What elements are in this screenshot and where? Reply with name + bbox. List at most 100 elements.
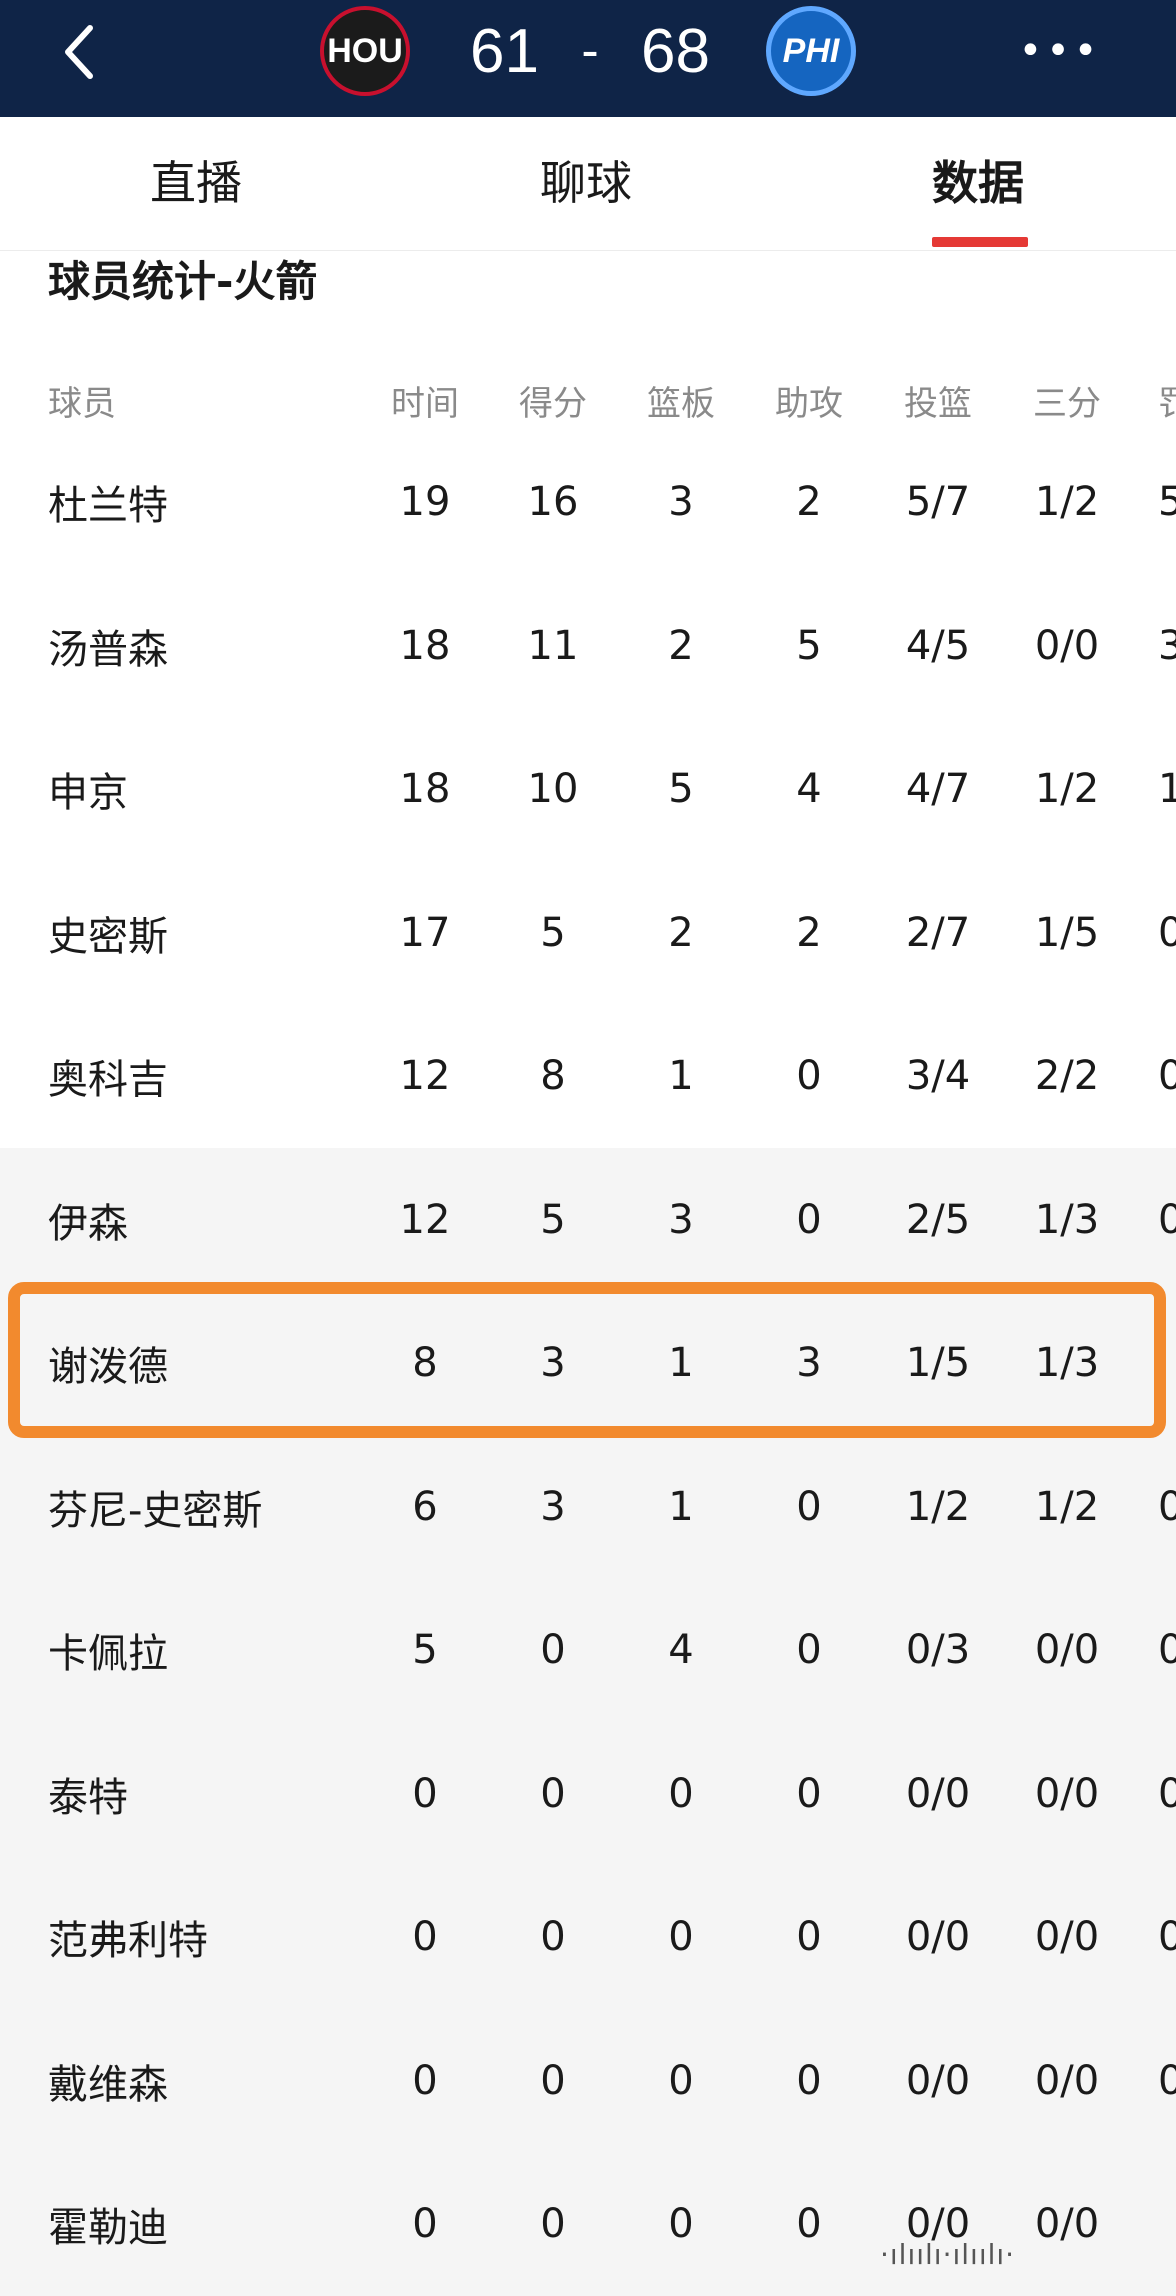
tab-data[interactable]: 数据: [932, 147, 1024, 213]
stat-cell: 4: [749, 717, 869, 861]
home-team-logo[interactable]: HOU: [320, 6, 410, 96]
chevron-left-icon: [60, 22, 96, 82]
player-name[interactable]: 奥科吉: [48, 1004, 168, 1148]
stat-cell: 5: [621, 717, 741, 861]
stat-cell: 0: [493, 2152, 613, 2296]
stat-cell: 0: [621, 1722, 741, 1866]
table-row[interactable]: 汤普森1811254/50/03: [0, 574, 1176, 718]
player-name[interactable]: 谢泼德: [48, 1291, 168, 1435]
stat-cell: 1/2: [1007, 1435, 1127, 1579]
stat-cell: 0/0: [1007, 1865, 1127, 2009]
stat-cell-partial: [1158, 2152, 1176, 2296]
stat-cell: 10: [493, 717, 613, 861]
table-row[interactable]: 范弗利特00000/00/00: [0, 1865, 1176, 2009]
stat-cell: 11: [493, 574, 613, 718]
stat-cell: 3/4: [878, 1004, 998, 1148]
table-row[interactable]: 芬尼-史密斯63101/21/20: [0, 1435, 1176, 1579]
stat-cell: 0/0: [1007, 574, 1127, 718]
tab-bar: 直播 聊球 数据: [0, 117, 1176, 251]
stat-cell: 0: [621, 2152, 741, 2296]
away-team-logo[interactable]: PHI: [766, 6, 856, 96]
stat-cell: 0/0: [878, 2152, 998, 2296]
stat-cell: 0: [749, 1722, 869, 1866]
stat-cell: 0: [749, 1865, 869, 2009]
stat-cell: 1/3: [1007, 1291, 1127, 1435]
game-header: HOU 61 - 68 PHI •••: [0, 0, 1176, 117]
score-separator: -: [581, 21, 598, 81]
more-dots-icon: •••: [1019, 28, 1102, 74]
stat-cell: 12: [365, 1148, 485, 1292]
table-row[interactable]: 申京1810544/71/21: [0, 717, 1176, 861]
more-options-button[interactable]: •••: [1018, 20, 1102, 82]
player-name[interactable]: 卡佩拉: [48, 1578, 168, 1722]
stat-cell-partial: 0: [1158, 861, 1176, 1005]
table-row[interactable]: 杜兰特1916325/71/25: [0, 430, 1176, 574]
table-row[interactable]: 戴维森00000/00/00: [0, 2009, 1176, 2153]
stat-cell: 1/3: [1007, 1148, 1127, 1292]
stat-cell-partial: 0: [1158, 1578, 1176, 1722]
player-name[interactable]: 汤普森: [48, 574, 168, 718]
back-button[interactable]: [48, 12, 108, 92]
stat-cell: 16: [493, 430, 613, 574]
table-row[interactable]: 史密斯175222/71/50: [0, 861, 1176, 1005]
stat-cell: 5: [493, 1148, 613, 1292]
stat-cell: 0/0: [1007, 1722, 1127, 1866]
stat-cell-partial: 0: [1158, 1004, 1176, 1148]
stat-cell: 6: [365, 1435, 485, 1579]
stat-cell: 19: [365, 430, 485, 574]
stat-cell: 0/0: [878, 1722, 998, 1866]
stat-cell: 3: [621, 1148, 741, 1292]
stat-cell-partial: 0: [1158, 1722, 1176, 1866]
stat-cell: 0: [749, 2152, 869, 2296]
player-name[interactable]: 泰特: [48, 1722, 128, 1866]
stat-cell: 2/5: [878, 1148, 998, 1292]
table-row[interactable]: 泰特00000/00/00: [0, 1722, 1176, 1866]
stat-cell: 1/2: [1007, 430, 1127, 574]
player-name[interactable]: 芬尼-史密斯: [48, 1435, 262, 1579]
stat-cell: 12: [365, 1004, 485, 1148]
stat-cell: 0: [493, 1865, 613, 2009]
stat-cell-partial: 5: [1158, 430, 1176, 574]
player-name[interactable]: 史密斯: [48, 861, 168, 1005]
stat-cell: 2: [621, 574, 741, 718]
stat-cell: 18: [365, 574, 485, 718]
watermark: ·ılıılı·ılıılı·: [880, 2238, 1015, 2271]
stat-cell-partial: [1158, 1291, 1176, 1435]
stat-cell: 1/5: [878, 1291, 998, 1435]
table-row[interactable]: 谢泼德83131/51/3: [0, 1291, 1176, 1435]
active-tab-indicator: [932, 237, 1028, 247]
player-name[interactable]: 申京: [48, 717, 128, 861]
stat-cell: 5: [493, 861, 613, 1005]
player-name[interactable]: 范弗利特: [48, 1865, 208, 2009]
tab-live[interactable]: 直播: [150, 147, 242, 213]
player-name[interactable]: 杜兰特: [48, 430, 168, 574]
stat-cell: 0: [749, 1004, 869, 1148]
stat-cell: 0: [493, 1578, 613, 1722]
table-row[interactable]: 伊森125302/51/30: [0, 1148, 1176, 1292]
stat-cell: 3: [493, 1291, 613, 1435]
stat-cell-partial: 0: [1158, 2009, 1176, 2153]
stat-cell: 0: [365, 2152, 485, 2296]
table-row[interactable]: 卡佩拉50400/30/00: [0, 1578, 1176, 1722]
stat-cell: 0: [365, 2009, 485, 2153]
player-name[interactable]: 霍勒迪: [48, 2152, 168, 2296]
stat-cell: 2/2: [1007, 1004, 1127, 1148]
tab-chat[interactable]: 聊球: [540, 147, 632, 213]
table-row[interactable]: 奥科吉128103/42/20: [0, 1004, 1176, 1148]
stat-cell: 3: [493, 1435, 613, 1579]
stat-cell: 0/0: [1007, 1578, 1127, 1722]
player-name[interactable]: 伊森: [48, 1148, 128, 1292]
stat-cell: 2: [749, 861, 869, 1005]
table-row[interactable]: 霍勒迪00000/00/0: [0, 2152, 1176, 2296]
stat-cell: 3: [621, 430, 741, 574]
stat-cell: 0/3: [878, 1578, 998, 1722]
stat-cell: 3: [749, 1291, 869, 1435]
stat-cell: 0/0: [878, 1865, 998, 2009]
stat-cell: 0/0: [1007, 2009, 1127, 2153]
stat-cell: 0: [365, 1865, 485, 2009]
stat-cell: 18: [365, 717, 485, 861]
stat-cell: 1: [621, 1291, 741, 1435]
stat-cell-partial: 3: [1158, 574, 1176, 718]
section-title: 球员统计-火箭: [48, 248, 317, 309]
player-name[interactable]: 戴维森: [48, 2009, 168, 2153]
